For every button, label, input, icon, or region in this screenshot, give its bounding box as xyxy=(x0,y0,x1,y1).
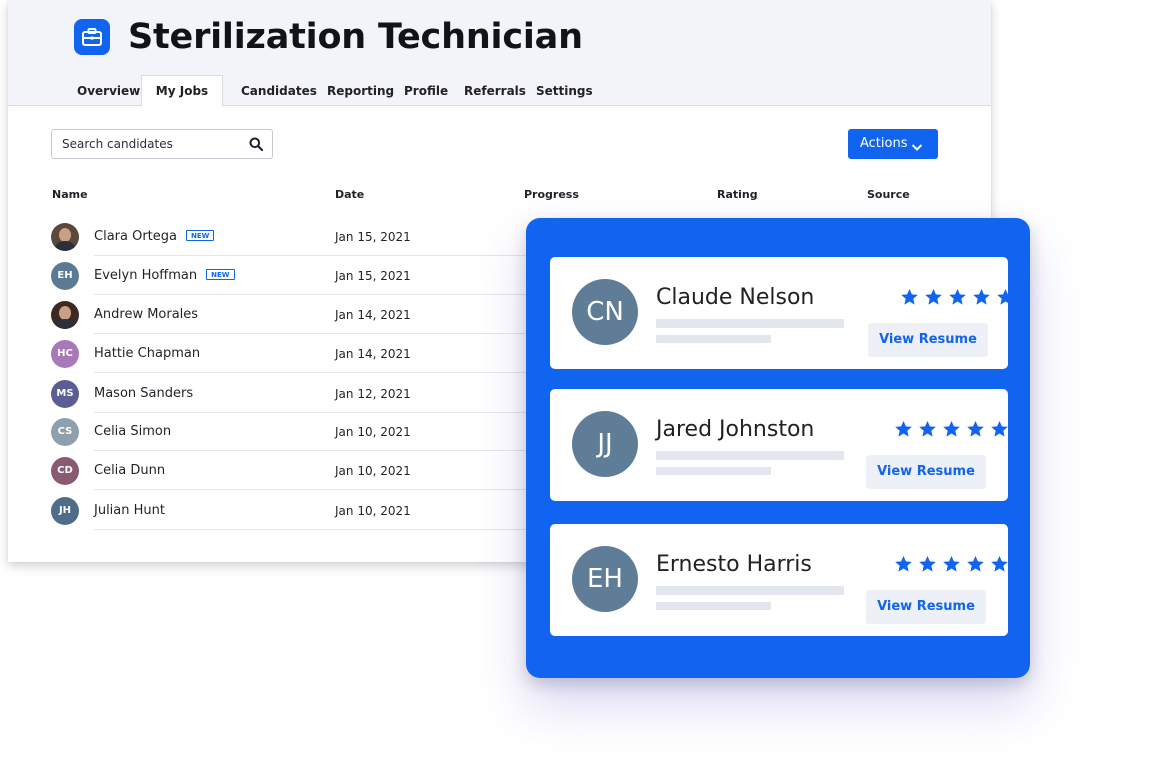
placeholder-line xyxy=(656,319,844,328)
placeholder-line xyxy=(656,335,771,343)
star-icon xyxy=(996,288,1015,307)
star-icon xyxy=(924,288,943,307)
new-badge: NEW xyxy=(186,230,215,241)
applied-date: Jan 14, 2021 xyxy=(335,347,411,361)
tab-reporting[interactable]: Reporting xyxy=(327,76,394,106)
view-resume-button[interactable]: View Resume xyxy=(866,455,986,489)
candidate-name-text: Julian Hunt xyxy=(94,503,165,518)
new-badge: NEW xyxy=(206,269,235,280)
star-icon xyxy=(948,288,967,307)
star-icon xyxy=(972,288,991,307)
candidate-card[interactable]: EH Ernesto Harris View Resume xyxy=(550,524,1008,636)
star-icon xyxy=(900,288,919,307)
column-header-source[interactable]: Source xyxy=(867,188,910,201)
star-icon xyxy=(894,555,913,574)
avatar: MS xyxy=(51,380,79,408)
candidate-name-text: Celia Dunn xyxy=(94,463,166,478)
applied-date: Jan 10, 2021 xyxy=(335,504,411,518)
tab-settings[interactable]: Settings xyxy=(536,76,593,106)
top-candidates-panel: CN Claude Nelson View Resume JJ Jared Johnst… xyxy=(526,218,1030,678)
avatar: EH xyxy=(572,546,638,612)
candidate-name-text: Hattie Chapman xyxy=(94,346,201,361)
star-icon xyxy=(942,555,961,574)
candidate-name[interactable]: Clara Ortega NEW xyxy=(94,229,215,244)
candidate-name[interactable]: Julian Hunt xyxy=(94,503,165,518)
avatar: CS xyxy=(51,418,79,446)
star-icon xyxy=(894,420,913,439)
candidate-name[interactable]: Andrew Morales xyxy=(94,307,198,322)
page-title: Sterilization Technician xyxy=(128,17,583,57)
candidate-name[interactable]: Jared Johnston xyxy=(656,417,814,442)
column-header-progress[interactable]: Progress xyxy=(524,188,579,201)
chevron-down-icon xyxy=(911,139,923,157)
star-icon xyxy=(966,420,985,439)
candidate-name[interactable]: Claude Nelson xyxy=(656,285,814,310)
column-header-date[interactable]: Date xyxy=(335,188,364,201)
candidate-name-text: Evelyn Hoffman xyxy=(94,268,198,283)
view-resume-button[interactable]: View Resume xyxy=(866,590,986,624)
search-placeholder: Search candidates xyxy=(62,137,173,151)
candidate-name[interactable]: Hattie Chapman xyxy=(94,346,200,361)
window-header: Sterilization Technician Overview My Job… xyxy=(8,0,991,107)
applied-date: Jan 15, 2021 xyxy=(335,269,411,283)
tab-overview[interactable]: Overview xyxy=(77,76,140,106)
avatar: JH xyxy=(51,497,79,525)
actions-label: Actions xyxy=(860,136,908,151)
column-header-name[interactable]: Name xyxy=(52,188,88,201)
tab-referrals[interactable]: Referrals xyxy=(464,76,526,106)
candidate-name[interactable]: Evelyn Hoffman NEW xyxy=(94,268,235,283)
candidate-name[interactable]: Celia Simon xyxy=(94,424,171,439)
star-icon xyxy=(990,420,1009,439)
star-icon xyxy=(918,420,937,439)
candidate-name[interactable]: Mason Sanders xyxy=(94,386,193,401)
candidate-card[interactable]: CN Claude Nelson View Resume xyxy=(550,257,1014,369)
candidate-name-text: Mason Sanders xyxy=(94,386,194,401)
candidate-card[interactable]: JJ Jared Johnston View Resume xyxy=(550,389,1008,501)
avatar xyxy=(51,223,79,251)
candidate-name-text: Andrew Morales xyxy=(94,307,199,322)
placeholder-line xyxy=(656,602,771,610)
applied-date: Jan 10, 2021 xyxy=(335,425,411,439)
avatar: HC xyxy=(51,340,79,368)
search-icon[interactable] xyxy=(249,137,264,156)
tab-profile[interactable]: Profile xyxy=(404,76,448,106)
tab-candidates[interactable]: Candidates xyxy=(241,76,317,106)
avatar xyxy=(51,301,79,329)
briefcase-icon xyxy=(74,19,110,55)
avatar: EH xyxy=(51,262,79,290)
candidate-name[interactable]: Celia Dunn xyxy=(94,463,165,478)
placeholder-line xyxy=(656,451,844,460)
actions-button[interactable]: Actions xyxy=(848,129,938,159)
placeholder-line xyxy=(656,467,771,475)
applied-date: Jan 10, 2021 xyxy=(335,464,411,478)
column-header-rating[interactable]: Rating xyxy=(717,188,758,201)
applied-date: Jan 12, 2021 xyxy=(335,387,411,401)
applied-date: Jan 14, 2021 xyxy=(335,308,411,322)
candidate-name[interactable]: Ernesto Harris xyxy=(656,552,812,577)
tab-my-jobs[interactable]: My Jobs xyxy=(141,75,223,107)
star-icon xyxy=(942,420,961,439)
star-icon xyxy=(966,555,985,574)
avatar: JJ xyxy=(572,411,638,477)
applied-date: Jan 15, 2021 xyxy=(335,230,411,244)
avatar: CN xyxy=(572,279,638,345)
star-icon xyxy=(918,555,937,574)
candidate-name-text: Celia Simon xyxy=(94,424,172,439)
search-input[interactable]: Search candidates xyxy=(51,129,273,159)
candidate-name-text: Clara Ortega xyxy=(94,229,177,244)
view-resume-button[interactable]: View Resume xyxy=(868,323,988,357)
avatar: CD xyxy=(51,457,79,485)
star-icon xyxy=(990,555,1009,574)
placeholder-line xyxy=(656,586,844,595)
